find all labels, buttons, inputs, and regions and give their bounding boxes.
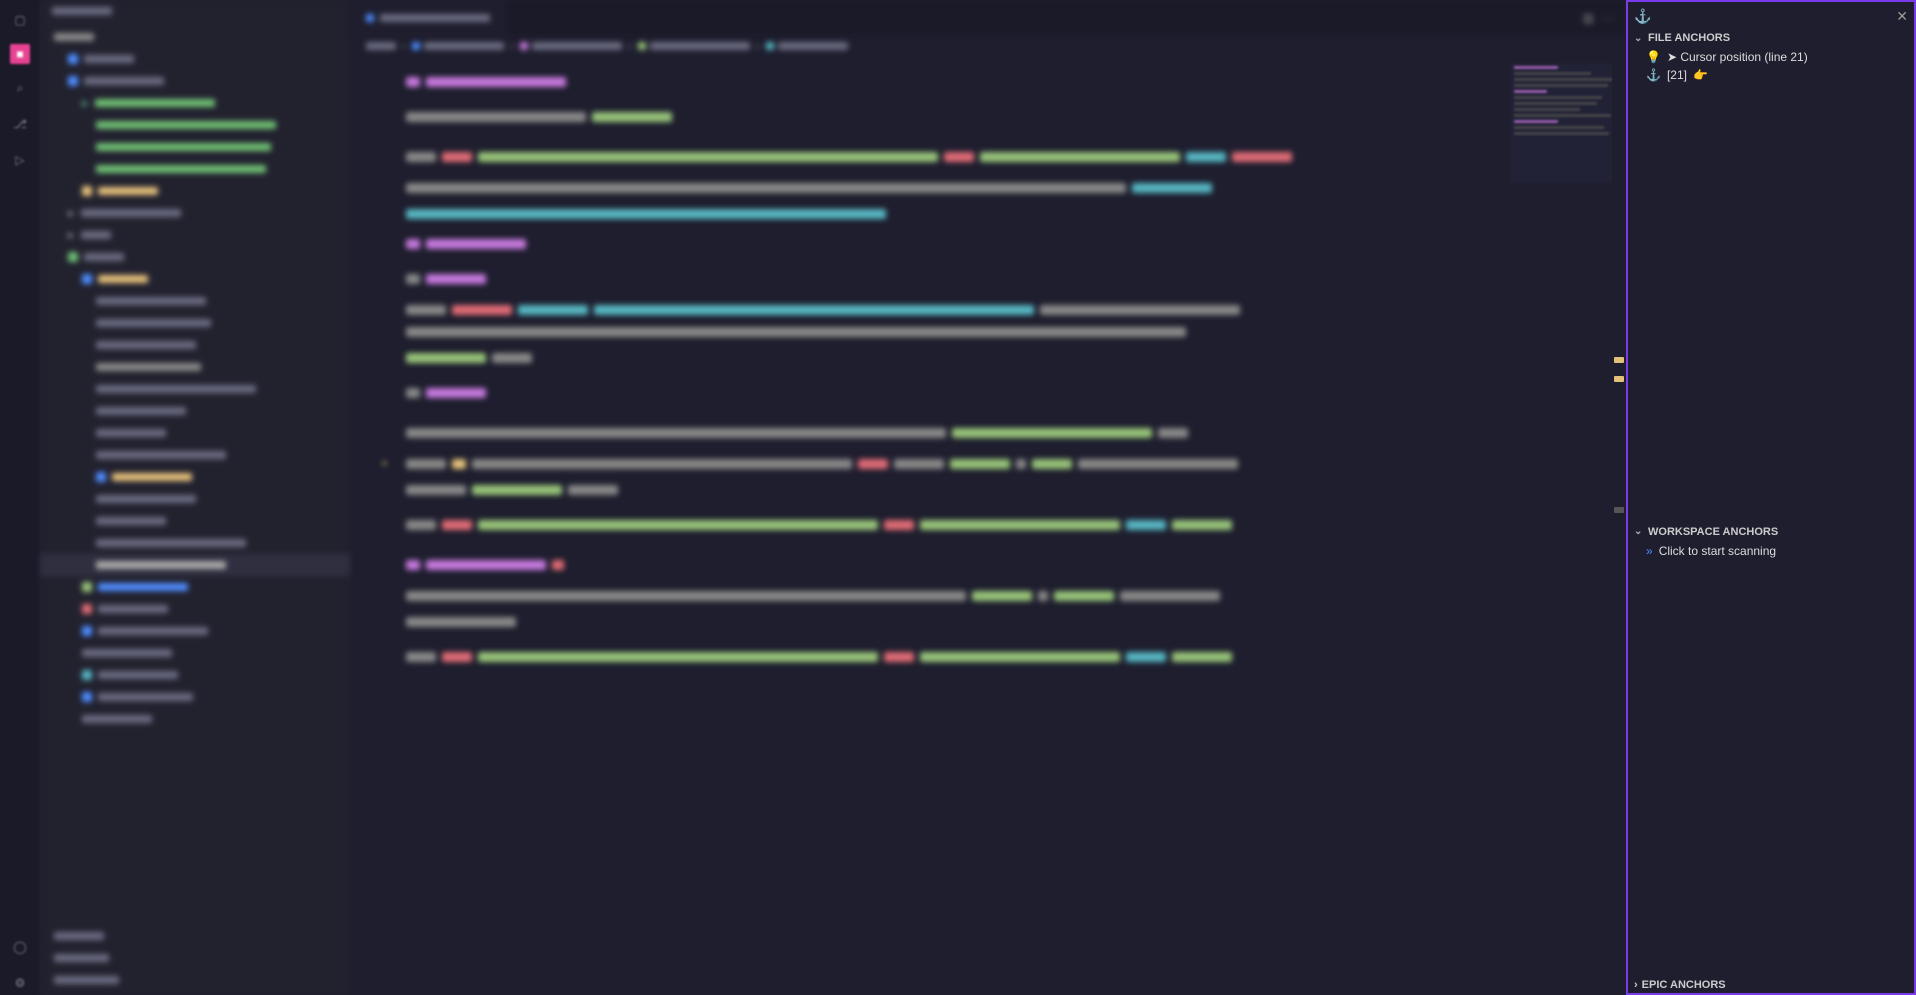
- tree-folder[interactable]: ▸: [40, 224, 350, 246]
- close-icon[interactable]: ✕: [1896, 8, 1908, 25]
- sidebar-explorer: ▸ ▸ ▸: [40, 0, 350, 995]
- workspace-anchors-header[interactable]: ⌄ WORKSPACE ANCHORS: [1628, 524, 1914, 540]
- tree-item[interactable]: [40, 686, 350, 708]
- app-root: ▢ ■ ⌕ ⎇ ▷ ◯ ⚙ ▸ ▸ ▸: [0, 0, 1916, 995]
- file-anchors-body: 💡 ➤ Cursor position (line 21) ⚓ [21] 👉: [1628, 46, 1914, 86]
- file-anchors-spacer: [1628, 86, 1914, 524]
- double-chevron-icon: »: [1646, 544, 1653, 558]
- source-control-icon[interactable]: ⎇: [8, 112, 32, 136]
- debug-icon[interactable]: ▷: [8, 148, 32, 172]
- anchor-icon: ⚓: [1646, 68, 1661, 82]
- tree-item[interactable]: [40, 510, 350, 532]
- more-icon[interactable]: ⋯: [1602, 11, 1614, 25]
- search-icon[interactable]: ⌕: [8, 76, 32, 100]
- split-editor-icon[interactable]: ▥: [1583, 11, 1594, 25]
- file-tree[interactable]: ▸ ▸ ▸: [40, 24, 350, 921]
- tree-section-label: [40, 26, 350, 48]
- tree-item[interactable]: [40, 620, 350, 642]
- tree-item[interactable]: [40, 708, 350, 730]
- pointing-hand-icon: 👉: [1693, 68, 1708, 82]
- anchor-line-label: [21]: [1667, 68, 1687, 82]
- tree-item[interactable]: [40, 114, 350, 136]
- tree-item-active[interactable]: [40, 554, 350, 576]
- tree-item[interactable]: [40, 136, 350, 158]
- chevron-right-icon: ›: [1634, 979, 1638, 991]
- tree-item[interactable]: [40, 642, 350, 664]
- tree-item[interactable]: [40, 378, 350, 400]
- anchor-item-row[interactable]: ⚓ [21] 👉: [1628, 66, 1914, 84]
- anchors-panel: ⚓ ✕ ⌄ FILE ANCHORS 💡 ➤ Cursor position (…: [1626, 0, 1916, 995]
- scan-workspace-button[interactable]: » Click to start scanning: [1628, 542, 1914, 560]
- tab-bar: ▥ ⋯: [350, 0, 1626, 35]
- tree-item[interactable]: [40, 532, 350, 554]
- scan-label: Click to start scanning: [1659, 544, 1776, 558]
- cursor-position-row[interactable]: 💡 ➤ Cursor position (line 21): [1628, 48, 1914, 66]
- section-timeline[interactable]: [40, 947, 350, 969]
- tree-item[interactable]: [40, 422, 350, 444]
- breadcrumb[interactable]: › › › ›: [350, 35, 1626, 57]
- sidebar-bottom-sections: [40, 921, 350, 995]
- code-area[interactable]: •: [350, 57, 1626, 995]
- tree-item[interactable]: [40, 158, 350, 180]
- gear-icon[interactable]: ⚙: [8, 971, 32, 995]
- editor-region: ▥ ⋯ › › › ›: [350, 0, 1626, 995]
- tree-folder[interactable]: ▸: [40, 202, 350, 224]
- tree-folder[interactable]: [40, 48, 350, 70]
- section-npm[interactable]: [40, 969, 350, 991]
- tree-folder[interactable]: [40, 70, 350, 92]
- tree-item[interactable]: [40, 598, 350, 620]
- extension-icon[interactable]: ■: [10, 44, 30, 64]
- tree-item[interactable]: [40, 488, 350, 510]
- tree-item[interactable]: [40, 290, 350, 312]
- minimap[interactable]: [1510, 63, 1620, 183]
- tree-item[interactable]: [40, 444, 350, 466]
- tree-folder[interactable]: [40, 246, 350, 268]
- tree-item[interactable]: [40, 180, 350, 202]
- panel-toolbar: ⚓ ✕: [1628, 2, 1914, 30]
- workspace-anchors-body: » Click to start scanning: [1628, 540, 1914, 978]
- editor-tab[interactable]: [350, 0, 507, 35]
- workspace-anchors-title: WORKSPACE ANCHORS: [1648, 526, 1778, 538]
- epic-anchors-header[interactable]: › EPIC ANCHORS: [1628, 977, 1914, 993]
- file-anchors-title: FILE ANCHORS: [1648, 32, 1730, 44]
- tree-item[interactable]: [40, 576, 350, 598]
- lightbulb-icon: 💡: [1646, 50, 1661, 64]
- scrollbar[interactable]: [1612, 57, 1626, 995]
- tree-item[interactable]: [40, 664, 350, 686]
- account-icon[interactable]: ◯: [8, 935, 32, 959]
- tree-item[interactable]: [40, 466, 350, 488]
- tree-item[interactable]: [40, 356, 350, 378]
- tree-folder[interactable]: ▸: [40, 92, 350, 114]
- tree-item[interactable]: [40, 312, 350, 334]
- chevron-down-icon: ⌄: [1634, 33, 1644, 44]
- anchor-icon: ⚓: [1634, 8, 1651, 25]
- activity-bar: ▢ ■ ⌕ ⎇ ▷ ◯ ⚙: [0, 0, 40, 995]
- tree-item[interactable]: [40, 400, 350, 422]
- tree-folder[interactable]: [40, 268, 350, 290]
- explorer-title: [40, 0, 350, 24]
- chevron-down-icon: ⌄: [1634, 526, 1644, 537]
- explorer-icon[interactable]: ▢: [8, 8, 32, 32]
- tab-actions: ▥ ⋯: [1583, 11, 1626, 25]
- section-outline[interactable]: [40, 925, 350, 947]
- editor-body[interactable]: •: [350, 57, 1626, 995]
- cursor-position-label: ➤ Cursor position (line 21): [1667, 50, 1808, 64]
- epic-anchors-title: EPIC ANCHORS: [1642, 979, 1726, 991]
- tree-item[interactable]: [40, 334, 350, 356]
- file-anchors-header[interactable]: ⌄ FILE ANCHORS: [1628, 30, 1914, 46]
